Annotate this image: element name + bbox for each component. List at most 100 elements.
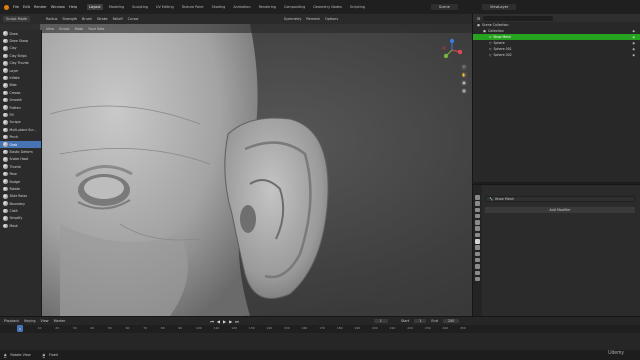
brush-item[interactable]: Blob: [0, 82, 41, 89]
particles-tab-icon[interactable]: [475, 245, 480, 250]
timeline-menu-keying[interactable]: Keying: [24, 319, 35, 323]
view-layer-selector[interactable]: ViewLayer: [481, 4, 517, 10]
constraints-tab-icon[interactable]: [475, 257, 480, 263]
brush-item[interactable]: Rotate: [0, 185, 41, 192]
modifier-wrench-icon[interactable]: [475, 239, 480, 244]
jump-end-icon[interactable]: ⏭: [235, 319, 239, 324]
viewport-menu-face-sets[interactable]: Face Sets: [88, 27, 104, 31]
visibility-eye-icon[interactable]: ◉: [632, 29, 635, 33]
brush-item[interactable]: Clay Thumb: [0, 60, 41, 67]
object-tab-icon[interactable]: [475, 232, 480, 238]
menu-window[interactable]: Window: [51, 5, 65, 9]
brush-item[interactable]: Clay: [0, 45, 41, 52]
workspace-tab-scripting[interactable]: Scripting: [348, 4, 367, 10]
cursor-dropdown[interactable]: Cursor: [128, 17, 139, 21]
current-frame-field[interactable]: 1: [373, 319, 388, 323]
menu-render[interactable]: Render: [34, 5, 47, 9]
brush-item[interactable]: Clay Strips: [0, 52, 41, 59]
material-tab-icon[interactable]: [475, 270, 480, 276]
options-dropdown[interactable]: Options: [325, 17, 338, 21]
jump-start-icon[interactable]: ⏮: [210, 319, 214, 324]
object-name-field[interactable]: 🔧 Brow Mesh: [485, 196, 635, 202]
add-modifier-button[interactable]: Add Modifier: [485, 207, 635, 213]
timeline-menu-playback[interactable]: Playback: [4, 319, 19, 323]
blender-logo-icon[interactable]: [4, 4, 9, 10]
mode-selector[interactable]: Sculpt Mode: [3, 16, 30, 22]
filter-icon[interactable]: ⊟: [477, 16, 480, 21]
end-frame-field[interactable]: 250: [442, 319, 460, 323]
workspace-tab-rendering[interactable]: Rendering: [257, 4, 278, 10]
output-tab-icon[interactable]: [475, 207, 480, 213]
scene-tab-icon[interactable]: [475, 220, 480, 225]
brush-item[interactable]: Simplify: [0, 215, 41, 222]
workspace-tab-layout[interactable]: Layout: [87, 4, 103, 10]
data-tab-icon[interactable]: [475, 264, 480, 269]
timeline-menu-marker[interactable]: Marker: [54, 319, 66, 323]
camera-icon[interactable]: ▣: [461, 80, 467, 86]
timeline-menu-view[interactable]: View: [41, 319, 49, 323]
outliner-row[interactable]: ▽ Sphere.002 ◉: [473, 52, 640, 58]
brush-item[interactable]: Boundary: [0, 200, 41, 207]
texture-tab-icon[interactable]: [475, 276, 480, 282]
brush-item[interactable]: Slide Relax: [0, 193, 41, 200]
3d-viewport[interactable]: + ✋ ▣ ▦: [0, 24, 472, 316]
viewport-menu-mask[interactable]: Mask: [75, 27, 84, 31]
brush-item[interactable]: Nudge: [0, 178, 41, 185]
brush-item[interactable]: Draw: [0, 30, 41, 37]
menu-help[interactable]: Help: [69, 5, 77, 9]
pan-hand-icon[interactable]: ✋: [461, 72, 467, 78]
play-icon[interactable]: ▶: [223, 319, 226, 324]
visibility-eye-icon[interactable]: ◉: [632, 53, 635, 57]
brush-item[interactable]: Grab: [0, 140, 41, 149]
brush-item[interactable]: Snake Hook: [0, 156, 41, 163]
brush-item[interactable]: Pose: [0, 170, 41, 177]
brush-item[interactable]: Mask: [0, 222, 41, 229]
timeline-ruler[interactable]: 0102030405060708090100110120130140150160…: [0, 325, 640, 333]
zoom-icon[interactable]: +: [461, 64, 467, 70]
falloff-dropdown[interactable]: Falloff: [113, 17, 123, 21]
brush-item[interactable]: Inflate: [0, 74, 41, 81]
brush-item[interactable]: Scrape: [0, 119, 41, 126]
prev-key-icon[interactable]: ◀: [217, 319, 220, 324]
world-tab-icon[interactable]: [475, 226, 480, 231]
workspace-tab-animation[interactable]: Animation: [231, 4, 252, 10]
strength-field[interactable]: Strength: [62, 17, 77, 21]
outliner-search-input[interactable]: [483, 15, 554, 21]
brush-item[interactable]: Cloth: [0, 207, 41, 214]
render-tab-icon[interactable]: [475, 201, 480, 206]
brush-item[interactable]: Layer: [0, 67, 41, 74]
brush-item[interactable]: Flatten: [0, 104, 41, 111]
radius-field[interactable]: Radius: [46, 17, 57, 21]
menu-edit[interactable]: Edit: [23, 5, 30, 9]
brush-item[interactable]: Crease: [0, 89, 41, 96]
brush-dropdown[interactable]: Brush: [82, 17, 92, 21]
visibility-eye-icon[interactable]: ◉: [632, 41, 635, 45]
playhead[interactable]: 1: [17, 325, 23, 332]
workspace-tab-modeling[interactable]: Modeling: [107, 4, 126, 10]
workspace-tab-uv-editing[interactable]: UV Editing: [154, 4, 176, 10]
workspace-tab-compositing[interactable]: Compositing: [282, 4, 307, 10]
brush-item[interactable]: Smooth: [0, 97, 41, 104]
brush-item[interactable]: Elastic Deform: [0, 148, 41, 155]
workspace-tab-geometry-nodes[interactable]: Geometry Nodes: [311, 4, 344, 10]
stroke-dropdown[interactable]: Stroke: [97, 17, 108, 21]
brush-item[interactable]: Pinch: [0, 133, 41, 140]
scene-selector[interactable]: Scene: [430, 4, 458, 10]
visibility-eye-icon[interactable]: ◉: [632, 47, 635, 51]
visibility-eye-icon[interactable]: ◉: [632, 35, 635, 39]
axis-gizmo-icon[interactable]: [440, 38, 464, 62]
symmetry-dropdown[interactable]: Symmetry: [284, 17, 302, 21]
workspace-tab-texture-paint[interactable]: Texture Paint: [180, 4, 206, 10]
physics-tab-icon[interactable]: [475, 251, 480, 257]
start-frame-field[interactable]: 1: [414, 319, 427, 323]
grid-icon[interactable]: ▦: [461, 88, 467, 94]
menu-file[interactable]: File: [13, 5, 19, 9]
workspace-tab-shading[interactable]: Shading: [210, 4, 228, 10]
brush-item[interactable]: Draw Sharp: [0, 37, 41, 44]
brush-item[interactable]: Multi-plane Scr...: [0, 126, 41, 133]
brush-item[interactable]: Fill: [0, 111, 41, 118]
next-key-icon[interactable]: ▶: [229, 319, 232, 324]
viewport-menu-sculpt[interactable]: Sculpt: [59, 27, 70, 31]
tool-tab-icon[interactable]: [475, 195, 480, 200]
view-layer-tab-icon[interactable]: [475, 213, 480, 219]
